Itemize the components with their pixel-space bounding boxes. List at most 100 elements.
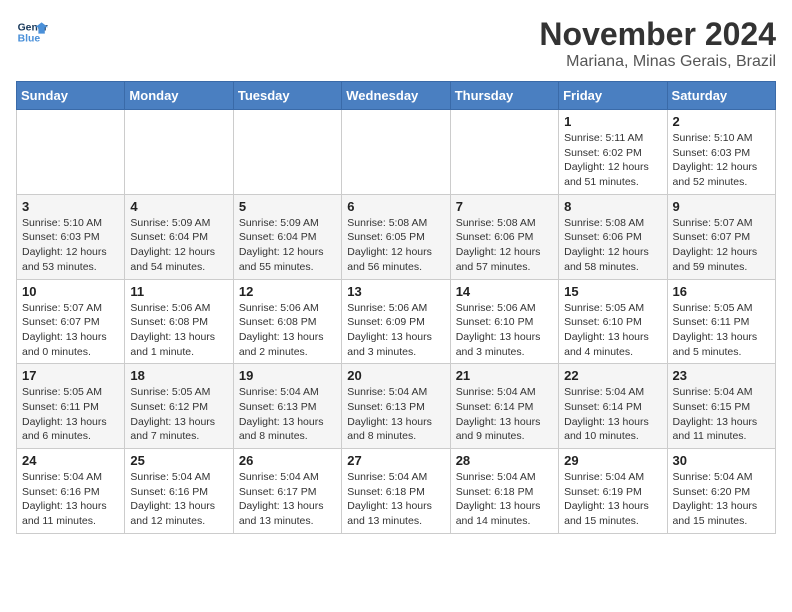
logo-icon: General Blue <box>16 16 48 48</box>
day-info: Sunrise: 5:06 AMSunset: 6:08 PMDaylight:… <box>239 301 336 360</box>
header: General Blue November 2024 Mariana, Mina… <box>16 16 776 71</box>
day-number: 29 <box>564 453 661 468</box>
days-header-row: SundayMondayTuesdayWednesdayThursdayFrid… <box>17 82 776 110</box>
day-info: Sunrise: 5:04 AMSunset: 6:16 PMDaylight:… <box>22 470 119 529</box>
svg-text:Blue: Blue <box>18 34 41 45</box>
week-row-3: 10 Sunrise: 5:07 AMSunset: 6:07 PMDayligh… <box>17 279 776 364</box>
day-cell-3: 3Sunrise: 5:10 AMSunset: 6:03 PMDaylight… <box>17 194 125 279</box>
day-cell-21: 21Sunrise: 5:04 AMSunset: 6:14 PMDayligh… <box>450 364 558 449</box>
day-info: Sunrise: 5:04 AMSunset: 6:13 PMDaylight:… <box>347 385 444 444</box>
day-cell-16: 16 Sunrise: 5:05 AMSunset: 6:11 PMDayligh… <box>667 279 775 364</box>
day-number: 20 <box>347 368 444 383</box>
day-number: 18 <box>130 368 227 383</box>
day-number: 1 <box>564 114 661 129</box>
day-cell-7: 7 Sunrise: 5:08 AMSunset: 6:06 PMDaylight… <box>450 194 558 279</box>
day-number: 12 <box>239 284 336 299</box>
month-title: November 2024 <box>539 16 776 53</box>
day-cell-20: 20 Sunrise: 5:04 AMSunset: 6:13 PMDayligh… <box>342 364 450 449</box>
day-number: 10 <box>22 284 119 299</box>
day-number: 7 <box>456 199 553 214</box>
day-info: Sunrise: 5:04 AMSunset: 6:16 PMDaylight:… <box>130 470 227 529</box>
day-info: Sunrise: 5:07 AMSunset: 6:07 PMDaylight:… <box>673 216 770 275</box>
logo: General Blue <box>16 16 48 48</box>
day-number: 26 <box>239 453 336 468</box>
day-number: 25 <box>130 453 227 468</box>
day-number: 16 <box>673 284 770 299</box>
day-cell-30: 30Sunrise: 5:04 AMSunset: 6:20 PMDayligh… <box>667 449 775 534</box>
day-cell-29: 29 Sunrise: 5:04 AMSunset: 6:19 PMDayligh… <box>559 449 667 534</box>
day-info: Sunrise: 5:04 AMSunset: 6:13 PMDaylight:… <box>239 385 336 444</box>
day-info: Sunrise: 5:04 AMSunset: 6:18 PMDaylight:… <box>456 470 553 529</box>
day-cell-1: 1 Sunrise: 5:11 AMSunset: 6:02 PMDaylight… <box>559 110 667 195</box>
day-cell-17: 17 Sunrise: 5:05 AMSunset: 6:11 PMDayligh… <box>17 364 125 449</box>
day-info: Sunrise: 5:06 AMSunset: 6:08 PMDaylight:… <box>130 301 227 360</box>
day-cell-13: 13Sunrise: 5:06 AMSunset: 6:09 PMDayligh… <box>342 279 450 364</box>
empty-cell <box>233 110 341 195</box>
day-number: 6 <box>347 199 444 214</box>
day-cell-22: 22 Sunrise: 5:04 AMSunset: 6:14 PMDayligh… <box>559 364 667 449</box>
day-info: Sunrise: 5:04 AMSunset: 6:19 PMDaylight:… <box>564 470 661 529</box>
empty-cell <box>17 110 125 195</box>
week-row-4: 17 Sunrise: 5:05 AMSunset: 6:11 PMDayligh… <box>17 364 776 449</box>
day-number: 8 <box>564 199 661 214</box>
day-info: Sunrise: 5:05 AMSunset: 6:11 PMDaylight:… <box>22 385 119 444</box>
day-cell-24: 24 Sunrise: 5:04 AMSunset: 6:16 PMDayligh… <box>17 449 125 534</box>
day-number: 21 <box>456 368 553 383</box>
day-info: Sunrise: 5:08 AMSunset: 6:05 PMDaylight:… <box>347 216 444 275</box>
day-number: 2 <box>673 114 770 129</box>
day-cell-12: 12 Sunrise: 5:06 AMSunset: 6:08 PMDayligh… <box>233 279 341 364</box>
day-number: 28 <box>456 453 553 468</box>
day-number: 22 <box>564 368 661 383</box>
header-wednesday: Wednesday <box>342 82 450 110</box>
day-number: 9 <box>673 199 770 214</box>
day-cell-14: 14Sunrise: 5:06 AMSunset: 6:10 PMDayligh… <box>450 279 558 364</box>
title-area: November 2024 Mariana, Minas Gerais, Bra… <box>539 16 776 71</box>
header-friday: Friday <box>559 82 667 110</box>
day-info: Sunrise: 5:07 AMSunset: 6:07 PMDaylight:… <box>22 301 119 360</box>
day-cell-19: 19 Sunrise: 5:04 AMSunset: 6:13 PMDayligh… <box>233 364 341 449</box>
day-cell-26: 26Sunrise: 5:04 AMSunset: 6:17 PMDayligh… <box>233 449 341 534</box>
day-info: Sunrise: 5:05 AMSunset: 6:12 PMDaylight:… <box>130 385 227 444</box>
day-cell-15: 15Sunrise: 5:05 AMSunset: 6:10 PMDayligh… <box>559 279 667 364</box>
day-number: 4 <box>130 199 227 214</box>
day-info: Sunrise: 5:09 AMSunset: 6:04 PMDaylight:… <box>239 216 336 275</box>
empty-cell <box>342 110 450 195</box>
day-number: 5 <box>239 199 336 214</box>
day-info: Sunrise: 5:04 AMSunset: 6:18 PMDaylight:… <box>347 470 444 529</box>
header-sunday: Sunday <box>17 82 125 110</box>
day-cell-18: 18 Sunrise: 5:05 AMSunset: 6:12 PMDayligh… <box>125 364 233 449</box>
day-number: 13 <box>347 284 444 299</box>
day-cell-8: 8 Sunrise: 5:08 AMSunset: 6:06 PMDaylight… <box>559 194 667 279</box>
empty-cell <box>450 110 558 195</box>
day-cell-28: 28 Sunrise: 5:04 AMSunset: 6:18 PMDayligh… <box>450 449 558 534</box>
day-info: Sunrise: 5:08 AMSunset: 6:06 PMDaylight:… <box>456 216 553 275</box>
day-cell-11: 11 Sunrise: 5:06 AMSunset: 6:08 PMDayligh… <box>125 279 233 364</box>
day-cell-6: 6 Sunrise: 5:08 AMSunset: 6:05 PMDaylight… <box>342 194 450 279</box>
day-number: 24 <box>22 453 119 468</box>
header-thursday: Thursday <box>450 82 558 110</box>
day-info: Sunrise: 5:04 AMSunset: 6:15 PMDaylight:… <box>673 385 770 444</box>
day-cell-27: 27 Sunrise: 5:04 AMSunset: 6:18 PMDayligh… <box>342 449 450 534</box>
empty-cell <box>125 110 233 195</box>
day-number: 14 <box>456 284 553 299</box>
day-info: Sunrise: 5:04 AMSunset: 6:14 PMDaylight:… <box>564 385 661 444</box>
day-number: 19 <box>239 368 336 383</box>
day-cell-2: 2Sunrise: 5:10 AMSunset: 6:03 PMDaylight… <box>667 110 775 195</box>
day-info: Sunrise: 5:09 AMSunset: 6:04 PMDaylight:… <box>130 216 227 275</box>
day-number: 17 <box>22 368 119 383</box>
week-row-5: 24 Sunrise: 5:04 AMSunset: 6:16 PMDayligh… <box>17 449 776 534</box>
day-number: 11 <box>130 284 227 299</box>
day-number: 30 <box>673 453 770 468</box>
day-number: 23 <box>673 368 770 383</box>
day-info: Sunrise: 5:10 AMSunset: 6:03 PMDaylight:… <box>22 216 119 275</box>
header-tuesday: Tuesday <box>233 82 341 110</box>
day-number: 27 <box>347 453 444 468</box>
location-title: Mariana, Minas Gerais, Brazil <box>539 53 776 71</box>
day-info: Sunrise: 5:11 AMSunset: 6:02 PMDaylight:… <box>564 131 661 190</box>
day-info: Sunrise: 5:08 AMSunset: 6:06 PMDaylight:… <box>564 216 661 275</box>
day-info: Sunrise: 5:05 AMSunset: 6:11 PMDaylight:… <box>673 301 770 360</box>
week-row-1: 1 Sunrise: 5:11 AMSunset: 6:02 PMDaylight… <box>17 110 776 195</box>
day-number: 15 <box>564 284 661 299</box>
day-cell-4: 4 Sunrise: 5:09 AMSunset: 6:04 PMDaylight… <box>125 194 233 279</box>
calendar-table: SundayMondayTuesdayWednesdayThursdayFrid… <box>16 81 776 534</box>
